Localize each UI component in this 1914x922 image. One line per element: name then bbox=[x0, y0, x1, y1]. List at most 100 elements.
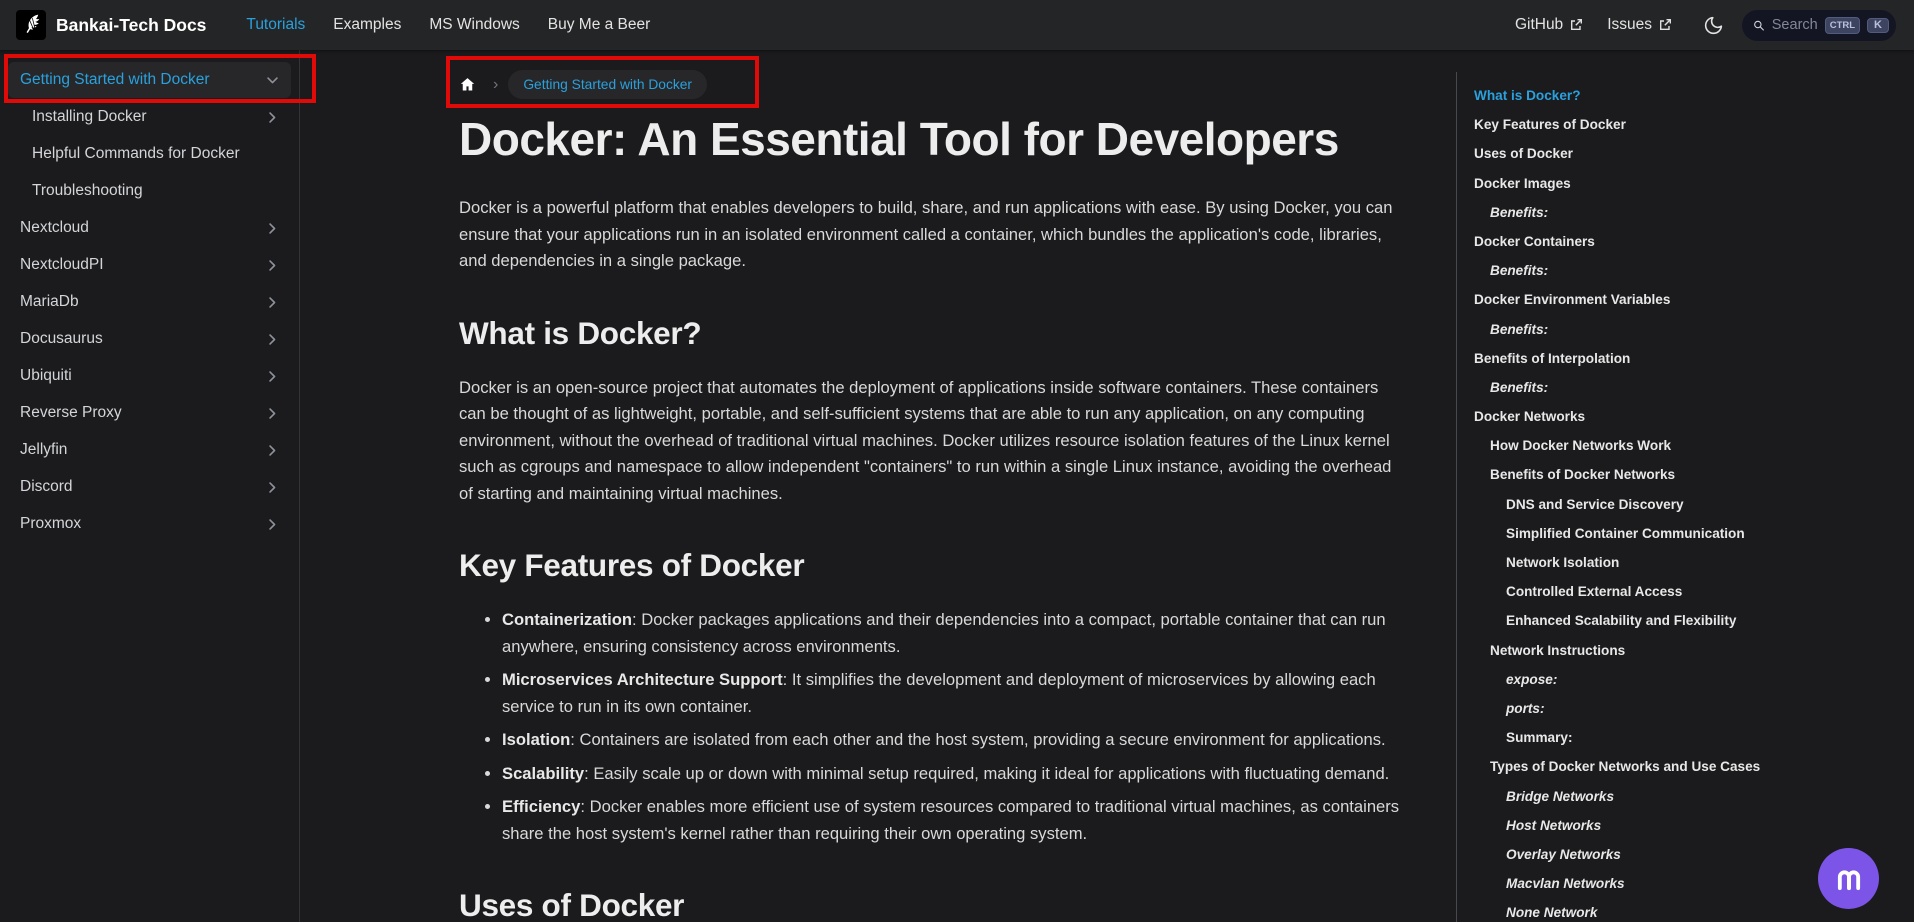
sidebar-item-installing-docker[interactable]: Installing Docker bbox=[20, 99, 291, 135]
toc-item[interactable]: Simplified Container Communication bbox=[1474, 526, 1904, 543]
feature-term: Scalability bbox=[502, 764, 584, 783]
dark-mode-toggle[interactable] bbox=[1696, 8, 1730, 42]
sidebar-category-label: Docusaurus bbox=[20, 330, 103, 348]
sidebar-category-getting-started-with-docker[interactable]: Getting Started with Docker bbox=[8, 62, 291, 98]
sidebar-category-mariadb[interactable]: MariaDb bbox=[8, 284, 291, 320]
sidebar-category-label: Nextcloud bbox=[20, 219, 89, 237]
sidebar-item-helpful-commands[interactable]: Helpful Commands for Docker bbox=[20, 136, 291, 172]
toc-item[interactable]: ports: bbox=[1474, 701, 1904, 718]
sidebar-category-nextcloud[interactable]: Nextcloud bbox=[8, 210, 291, 246]
toc-item[interactable]: Benefits: bbox=[1474, 205, 1904, 222]
chevron-down-icon bbox=[266, 74, 279, 87]
m-logo-icon bbox=[1829, 859, 1869, 899]
chevron-right-icon bbox=[266, 444, 279, 457]
toc-item[interactable]: Key Features of Docker bbox=[1474, 117, 1904, 134]
nav-item-examples[interactable]: Examples bbox=[319, 16, 415, 34]
github-link[interactable]: GitHub bbox=[1503, 16, 1595, 34]
toc-item[interactable]: Docker Environment Variables bbox=[1474, 292, 1904, 309]
toc-item[interactable]: What is Docker? bbox=[1474, 88, 1904, 105]
feature-term: Microservices Architecture Support bbox=[502, 670, 783, 689]
page-title: Docker: An Essential Tool for Developers bbox=[459, 112, 1407, 167]
sidebar: Getting Started with Docker Installing D… bbox=[0, 50, 300, 922]
toc-item[interactable]: Benefits of Interpolation bbox=[1474, 351, 1904, 368]
list-item: Microservices Architecture Support: It s… bbox=[502, 667, 1407, 720]
toc-item[interactable]: Network Instructions bbox=[1474, 643, 1904, 660]
sidebar-category-reverse-proxy[interactable]: Reverse Proxy bbox=[8, 395, 291, 431]
list-item: Containerization: Docker packages applic… bbox=[502, 607, 1407, 660]
toc-item[interactable]: Benefits: bbox=[1474, 263, 1904, 280]
sidebar-category-label: NextcloudPI bbox=[20, 256, 104, 274]
chevron-right-icon bbox=[266, 481, 279, 494]
toc-item[interactable]: Benefits: bbox=[1474, 380, 1904, 397]
site-title: Bankai-Tech Docs bbox=[56, 15, 206, 36]
search-button[interactable]: Search CTRL K bbox=[1742, 10, 1896, 41]
sidebar-category-nextcloudpi[interactable]: NextcloudPI bbox=[8, 247, 291, 283]
chat-widget-button[interactable] bbox=[1818, 848, 1879, 909]
external-link-icon bbox=[1569, 18, 1583, 32]
sidebar-item-label: Troubleshooting bbox=[32, 182, 143, 200]
toc-item[interactable]: Uses of Docker bbox=[1474, 146, 1904, 163]
toc-item[interactable]: Bridge Networks bbox=[1474, 789, 1904, 806]
docs-page: Bankai-Tech Docs Tutorials Examples MS W… bbox=[0, 0, 1914, 922]
what-is-docker-paragraph: Docker is an open-source project that au… bbox=[459, 375, 1407, 508]
breadcrumb-current[interactable]: Getting Started with Docker bbox=[508, 70, 707, 99]
nav-item-tutorials[interactable]: Tutorials bbox=[232, 16, 319, 34]
search-icon bbox=[1753, 17, 1765, 34]
chevron-right-icon bbox=[266, 518, 279, 531]
list-item: Isolation: Containers are isolated from … bbox=[502, 727, 1407, 754]
toc-list: What is Docker? Key Features of Docker U… bbox=[1474, 88, 1904, 922]
feature-text: : Docker enables more efficient use of s… bbox=[502, 797, 1399, 843]
table-of-contents: What is Docker? Key Features of Docker U… bbox=[1456, 72, 1914, 922]
sidebar-item-label: Installing Docker bbox=[32, 108, 147, 126]
sidebar-category-label: Jellyfin bbox=[20, 441, 67, 459]
toc-item[interactable]: Docker Networks bbox=[1474, 409, 1904, 426]
chevron-right-icon bbox=[266, 407, 279, 420]
brand[interactable]: Bankai-Tech Docs bbox=[16, 10, 232, 40]
toc-item[interactable]: DNS and Service Discovery bbox=[1474, 497, 1904, 514]
issues-link-label: Issues bbox=[1607, 16, 1652, 34]
main-content: › Getting Started with Docker Docker: An… bbox=[300, 50, 1456, 922]
navbar-links: Tutorials Examples MS Windows Buy Me a B… bbox=[232, 16, 664, 34]
feature-text: : Containers are isolated from each othe… bbox=[570, 730, 1385, 749]
breadcrumb: › Getting Started with Docker bbox=[459, 69, 1416, 100]
chevron-right-icon bbox=[266, 296, 279, 309]
issues-link[interactable]: Issues bbox=[1595, 16, 1684, 34]
sidebar-category-ubiquiti[interactable]: Ubiquiti bbox=[8, 358, 291, 394]
list-item: Scalability: Easily scale up or down wit… bbox=[502, 761, 1407, 788]
toc-item[interactable]: expose: bbox=[1474, 672, 1904, 689]
heading-what-is-docker: What is Docker? bbox=[459, 315, 1407, 352]
sidebar-category-label: Discord bbox=[20, 478, 73, 496]
chevron-right-icon bbox=[266, 333, 279, 346]
sidebar-category-label: Proxmox bbox=[20, 515, 81, 533]
feature-text: : Easily scale up or down with minimal s… bbox=[584, 764, 1389, 783]
sidebar-category-proxmox[interactable]: Proxmox bbox=[8, 506, 291, 542]
intro-paragraph: Docker is a powerful platform that enabl… bbox=[459, 195, 1407, 275]
toc-item[interactable]: Network Isolation bbox=[1474, 555, 1904, 572]
nav-item-buy-me-a-beer[interactable]: Buy Me a Beer bbox=[534, 16, 665, 34]
breadcrumb-separator: › bbox=[493, 76, 498, 94]
breadcrumb-home[interactable] bbox=[459, 69, 493, 100]
toc-item[interactable]: Docker Images bbox=[1474, 176, 1904, 193]
nav-item-ms-windows[interactable]: MS Windows bbox=[415, 16, 533, 34]
feature-term: Efficiency bbox=[502, 797, 580, 816]
leaf-icon bbox=[20, 14, 42, 36]
layout: Getting Started with Docker Installing D… bbox=[0, 50, 1914, 922]
toc-item[interactable]: Types of Docker Networks and Use Cases bbox=[1474, 759, 1904, 776]
sidebar-category-jellyfin[interactable]: Jellyfin bbox=[8, 432, 291, 468]
toc-item[interactable]: Summary: bbox=[1474, 730, 1904, 747]
sidebar-category-discord[interactable]: Discord bbox=[8, 469, 291, 505]
toc-item[interactable]: How Docker Networks Work bbox=[1474, 438, 1904, 455]
feature-term: Isolation bbox=[502, 730, 570, 749]
toc-item[interactable]: Benefits of Docker Networks bbox=[1474, 467, 1904, 484]
sidebar-category-label: MariaDb bbox=[20, 293, 79, 311]
external-link-icon bbox=[1658, 18, 1672, 32]
heading-uses-of-docker: Uses of Docker bbox=[459, 887, 1407, 922]
toc-item[interactable]: Benefits: bbox=[1474, 322, 1904, 339]
toc-item[interactable]: Host Networks bbox=[1474, 818, 1904, 835]
toc-item[interactable]: Enhanced Scalability and Flexibility bbox=[1474, 613, 1904, 630]
sidebar-item-troubleshooting[interactable]: Troubleshooting bbox=[20, 173, 291, 209]
sidebar-category-docusaurus[interactable]: Docusaurus bbox=[8, 321, 291, 357]
home-icon bbox=[459, 76, 476, 93]
toc-item[interactable]: Controlled External Access bbox=[1474, 584, 1904, 601]
toc-item[interactable]: Docker Containers bbox=[1474, 234, 1904, 251]
